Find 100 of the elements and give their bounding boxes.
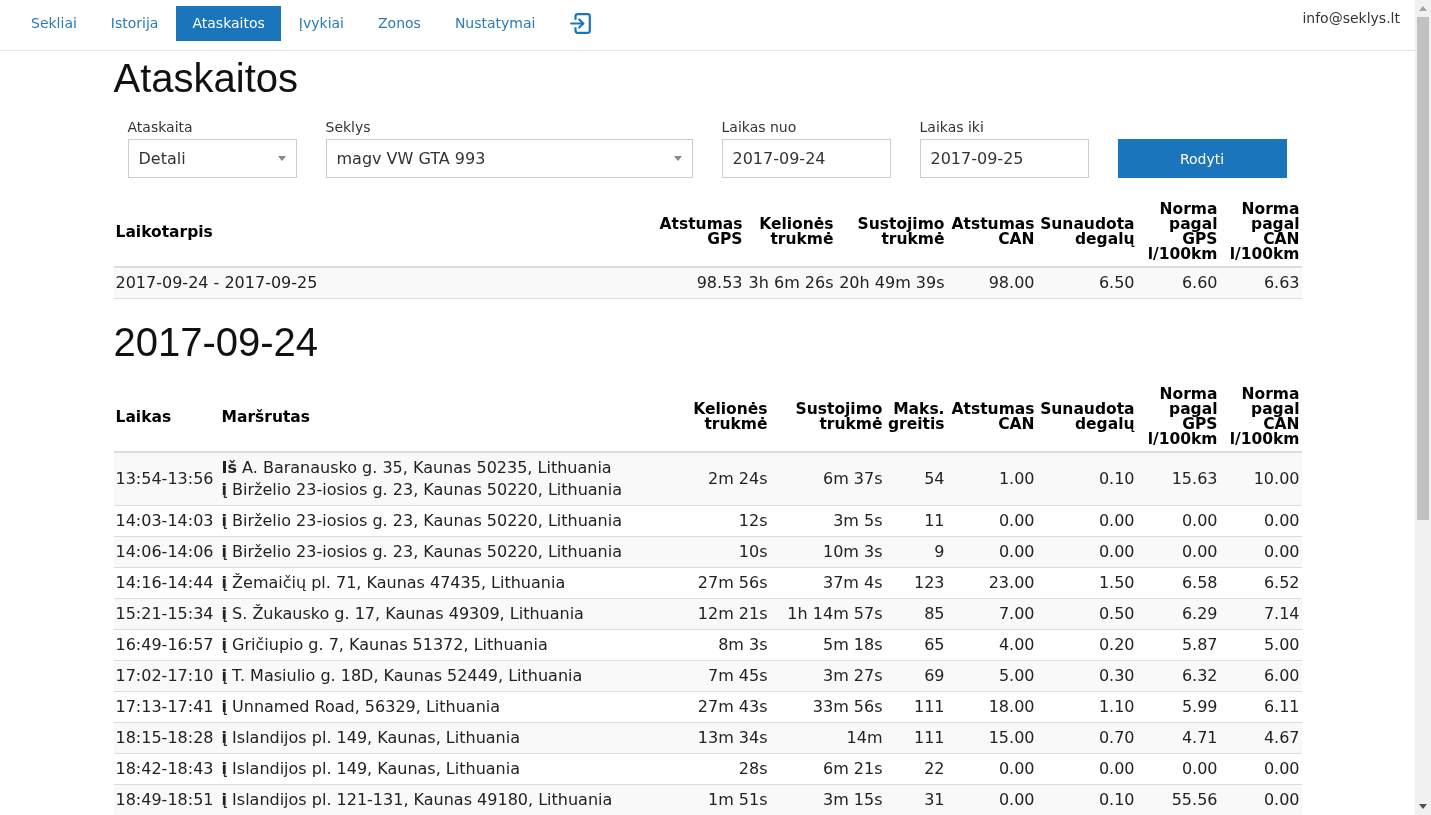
- table-cell: 12m 21s: [669, 598, 770, 630]
- table-cell: 33m 56s: [769, 691, 885, 723]
- table-cell: 1m 51s: [669, 784, 770, 815]
- table-cell: 2017-09-24 - 2017-09-25: [113, 267, 652, 299]
- table-cell: 6.32: [1136, 660, 1220, 692]
- route-text: į Birželio 23-iosios g. 23, Kaunas 50220, Lithuania: [221, 479, 623, 501]
- nav-tab[interactable]: Įvykiai: [282, 6, 360, 41]
- date-field[interactable]: 2017-09-24: [721, 139, 891, 178]
- table-cell: 31: [884, 784, 947, 815]
- scroll-down-icon[interactable]: [1419, 804, 1427, 809]
- table-cell: 0.30: [1036, 660, 1137, 692]
- table-cell: 6.50: [1036, 267, 1137, 299]
- nav-tab[interactable]: Ataskaitos: [176, 6, 281, 41]
- table-cell: 0.50: [1036, 598, 1137, 630]
- table-cell: 6.00: [1219, 660, 1302, 692]
- table-cell: 8m 3s: [669, 629, 770, 661]
- table-cell: 65: [884, 629, 947, 661]
- table-cell: 6.58: [1136, 567, 1220, 599]
- scrollbar-thumb[interactable]: [1417, 17, 1429, 520]
- table-cell: 3m 5s: [769, 505, 885, 537]
- table-cell: 15.63: [1136, 452, 1220, 506]
- route-text: į Gričiupio g. 7, Kaunas 51372, Lithuania: [221, 634, 549, 656]
- table-cell: 23.00: [946, 567, 1037, 599]
- dropdown-field[interactable]: Detali: [127, 139, 297, 178]
- table-cell: 1.50: [1036, 567, 1137, 599]
- nav-tab[interactable]: Nustatymai: [438, 6, 552, 41]
- table-cell: 15.00: [946, 722, 1037, 754]
- route-text: į Islandijos pl. 149, Kaunas, Lithuania: [221, 758, 521, 780]
- nav-tab[interactable]: Sekliai: [15, 6, 93, 41]
- table-cell: 2m 24s: [669, 452, 770, 506]
- scrollbar[interactable]: [1415, 0, 1431, 815]
- table-cell: 18.00: [946, 691, 1037, 723]
- date-field[interactable]: 2017-09-25: [919, 139, 1089, 178]
- arrow-into-box-icon[interactable]: [570, 13, 592, 34]
- table-cell: 5.00: [946, 660, 1037, 692]
- table-cell: 1h 14m 57s: [769, 598, 885, 630]
- table-cell: 27m 56s: [669, 567, 770, 599]
- table-cell: 14:16-14:44: [113, 567, 220, 599]
- table-cell: 98.53: [651, 267, 745, 299]
- table-cell: 0.10: [1036, 784, 1137, 815]
- nav-tab[interactable]: Istorija: [94, 6, 175, 41]
- table-cell: 3m 15s: [769, 784, 885, 815]
- table-cell: 12s: [669, 505, 770, 537]
- table-cell: 17:13-17:41: [113, 691, 220, 723]
- table-cell: 11: [884, 505, 947, 537]
- table-cell: 0.20: [1036, 629, 1137, 661]
- table-cell: 0.70: [1036, 722, 1137, 754]
- table-cell: 4.67: [1219, 722, 1302, 754]
- table-cell: 69: [884, 660, 947, 692]
- table-cell: 111: [884, 722, 947, 754]
- table-cell: 0.00: [946, 505, 1037, 537]
- table-cell: 6m 21s: [769, 753, 885, 785]
- route-text: į S. Žukausko g. 17, Kaunas 49309, Lithuania: [221, 603, 585, 625]
- table-cell: 18:42-18:43: [113, 753, 220, 785]
- table-cell: 4.00: [946, 629, 1037, 661]
- table-cell: 10m 3s: [769, 536, 885, 568]
- table-cell: 13:54-13:56: [113, 452, 220, 506]
- table-cell: 7.00: [946, 598, 1037, 630]
- table-cell: 0.00: [1219, 536, 1302, 568]
- route-text: į Birželio 23-iosios g. 23, Kaunas 50220, Lithuania: [221, 510, 623, 532]
- table-cell: 37m 4s: [769, 567, 885, 599]
- table-cell: 18:15-18:28: [113, 722, 220, 754]
- table-cell: 6.63: [1219, 267, 1302, 299]
- table-cell: 111: [884, 691, 947, 723]
- dropdown-field[interactable]: magv VW GTA 993: [325, 139, 693, 178]
- user-email: info@seklys.lt: [1302, 10, 1400, 27]
- table-cell: 27m 43s: [669, 691, 770, 723]
- table-cell: 6.29: [1136, 598, 1220, 630]
- nav-tab[interactable]: Zonos: [362, 6, 437, 41]
- field-label: Laikas nuo: [721, 118, 797, 137]
- table-cell: 5.87: [1136, 629, 1220, 661]
- table-cell: 0.00: [1036, 536, 1137, 568]
- table-cell: 55.56: [1136, 784, 1220, 815]
- table-cell: 123: [884, 567, 947, 599]
- field-label: Laikas iki: [919, 118, 984, 137]
- field-label: Ataskaita: [127, 118, 193, 137]
- table-cell: 0.00: [946, 536, 1037, 568]
- page-title: Ataskaitos: [113, 56, 300, 100]
- table-cell: 14:03-14:03: [113, 505, 220, 537]
- table-cell: 5.00: [1219, 629, 1302, 661]
- route-text: Iš A. Baranausko g. 35, Kaunas 50235, Lithuania: [221, 457, 613, 479]
- table-cell: 4.71: [1136, 722, 1220, 754]
- table-cell: 7m 45s: [669, 660, 770, 692]
- show-button[interactable]: Rodyti: [1117, 139, 1287, 178]
- table-cell: 28s: [669, 753, 770, 785]
- table-cell: 14m: [769, 722, 885, 754]
- table-cell: 10.00: [1219, 452, 1302, 506]
- scroll-up-icon[interactable]: [1419, 6, 1427, 11]
- table-cell: 0.00: [1036, 753, 1137, 785]
- table-cell: 98.00: [946, 267, 1037, 299]
- table-cell: 14:06-14:06: [113, 536, 220, 568]
- table-cell: 22: [884, 753, 947, 785]
- table-cell: 0.00: [1136, 505, 1220, 537]
- table-cell: 54: [884, 452, 947, 506]
- table-cell: 0.10: [1036, 452, 1137, 506]
- table-cell: 9: [884, 536, 947, 568]
- table-cell: 6.60: [1136, 267, 1220, 299]
- table-cell: 85: [884, 598, 947, 630]
- table-cell: 5.99: [1136, 691, 1220, 723]
- table-cell: 10s: [669, 536, 770, 568]
